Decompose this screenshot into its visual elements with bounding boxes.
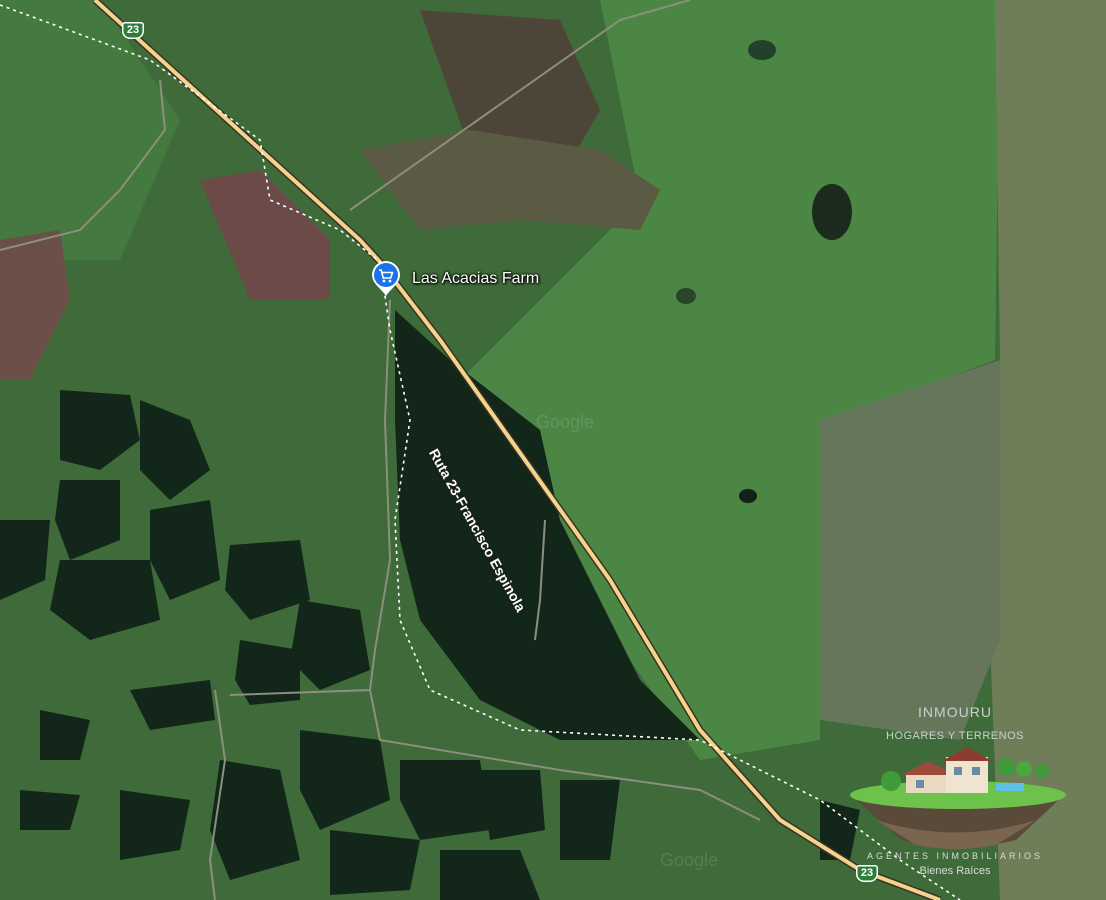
shopping-cart-icon	[372, 261, 400, 296]
house-island-icon	[850, 747, 1066, 849]
map-watermark: Google	[660, 850, 719, 870]
map-watermark: Google	[536, 412, 595, 432]
agency-logo: INMOURU HOGARES Y TERRENOS AGENTES INMOB…	[840, 700, 1070, 890]
place-pin[interactable]	[369, 259, 403, 297]
logo-tagline-2: Bienes Raíces	[919, 865, 991, 877]
route-shield: 23	[122, 22, 144, 39]
logo-subtitle: HOGARES Y TERRENOS	[886, 730, 1024, 742]
logo-title: INMOURU	[918, 704, 992, 720]
place-label[interactable]: Las Acacias Farm	[412, 270, 539, 288]
logo-tagline: AGENTES INMOBILIARIOS	[866, 851, 1044, 861]
map-view[interactable]: 23 23 Google Google Ruta 23-Francisco Es…	[0, 0, 1106, 900]
